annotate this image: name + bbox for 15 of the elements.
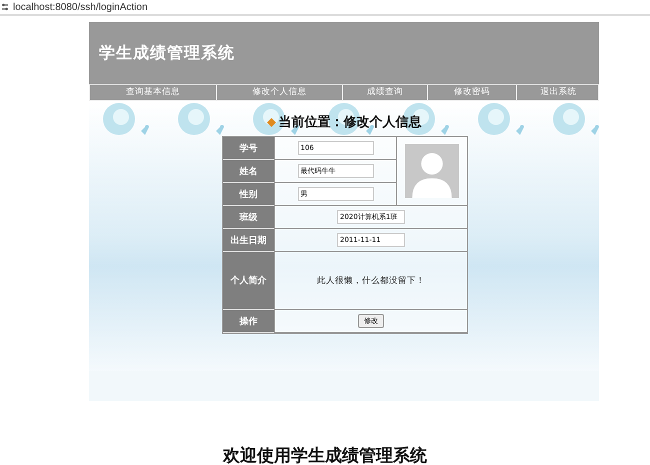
field-label: 出生日期 [223,229,274,252]
site-info-icon[interactable] [1,3,9,11]
field-label: 姓名 [223,160,274,183]
field-label: 学号 [223,137,274,160]
field-label: 班级 [223,206,274,229]
intro-text: 此人很懒，什么都没留下！ [317,274,425,286]
field-label: 个人简介 [223,252,274,310]
system-title: 学生成绩管理系统 [99,42,235,64]
footer-text: 欢迎使用学生成绩管理系统 [222,445,428,465]
page-heading: 当前位置：修改个人信息 [278,114,422,131]
field-label: 操作 [223,310,274,333]
diamond-icon [266,118,276,126]
field-label: 性别 [223,183,274,206]
avatar-icon [405,142,459,200]
address-bar-url[interactable]: localhost:8080/ssh/loginAction [13,2,148,12]
